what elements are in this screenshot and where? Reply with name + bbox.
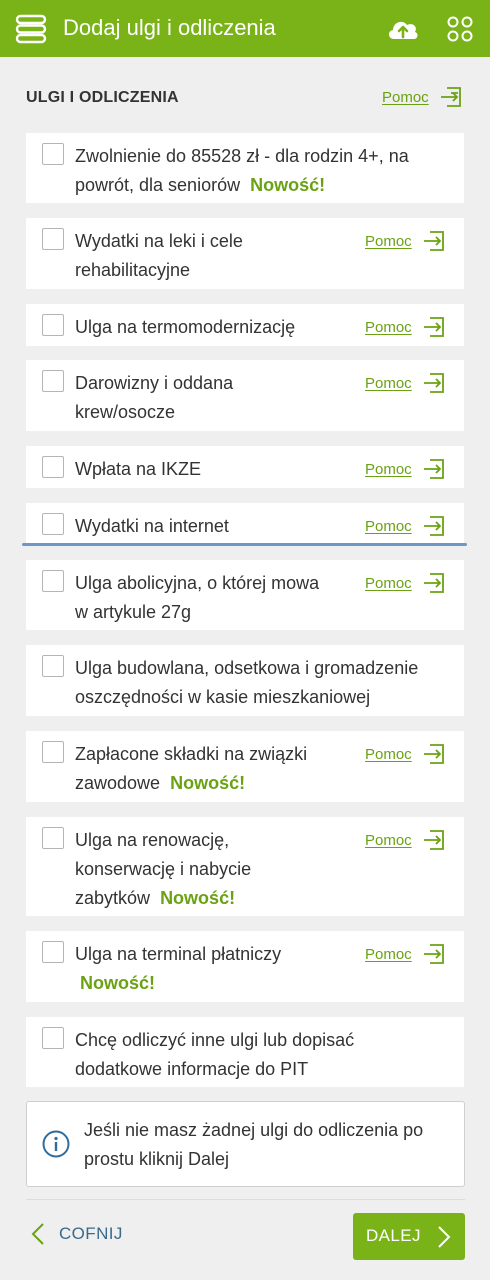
next-button-label: DALEJ	[366, 1226, 421, 1245]
new-badge: Nowość!	[250, 175, 326, 195]
deduction-label: Wydatki na leki i cele rehabilitacyjne	[75, 231, 243, 280]
deduction-item[interactable]: Ulga na terminal płatniczy Nowość! Pomoc	[26, 931, 464, 1002]
checkbox[interactable]	[42, 370, 64, 392]
checkbox[interactable]	[42, 456, 64, 478]
help-link[interactable]: Pomoc	[365, 740, 444, 768]
checkbox[interactable]	[42, 513, 64, 535]
help-link[interactable]: Pomoc	[365, 569, 444, 597]
checkbox[interactable]	[42, 143, 64, 165]
deduction-item[interactable]: Darowizny i oddana krew/osocze Pomoc	[26, 360, 464, 431]
new-badge: Nowość!	[80, 973, 156, 993]
deduction-label: Wpłata na IKZE	[75, 459, 202, 479]
checkbox[interactable]	[42, 941, 64, 963]
help-link-label[interactable]: Pomoc	[365, 233, 412, 250]
open-external-icon	[423, 830, 444, 850]
help-link[interactable]: Pomoc	[365, 940, 444, 968]
next-button[interactable]: DALEJ	[353, 1213, 465, 1260]
deduction-label: Zapłacone składki na związki zawodowe No…	[75, 744, 308, 793]
checkbox[interactable]	[42, 741, 64, 763]
open-external-icon	[423, 573, 444, 593]
deduction-label: Ulga na termomodernizację	[75, 317, 296, 337]
open-external-icon	[423, 744, 444, 764]
help-link-label[interactable]: Pomoc	[365, 319, 412, 336]
open-external-icon	[423, 373, 444, 393]
section-title: ULGI I ODLICZENIA	[26, 89, 179, 106]
info-text: Jeśli nie masz żadnej ulgi do odliczenia…	[84, 1120, 424, 1169]
deduction-label: Wydatki na internet	[75, 516, 229, 536]
open-external-icon	[423, 459, 444, 479]
help-link-label[interactable]: Pomoc	[365, 832, 412, 849]
focus-underline	[22, 543, 467, 546]
deduction-item[interactable]: Chcę odliczyć inne ulgi lub dopisać dodat…	[26, 1017, 464, 1087]
apps-grid-icon[interactable]	[447, 16, 473, 42]
help-link[interactable]: Pomoc	[365, 313, 444, 341]
checkbox[interactable]	[42, 1027, 64, 1049]
deduction-label: Ulga abolicyjna, o której mowa w artykule…	[75, 573, 320, 622]
deduction-item[interactable]: Zapłacone składki na związki zawodowe No…	[26, 731, 464, 802]
help-link[interactable]: Pomoc	[365, 512, 444, 540]
help-link-label[interactable]: Pomoc	[382, 89, 429, 106]
deduction-label: Chcę odliczyć inne ulgi lub dopisać dodat…	[75, 1030, 355, 1079]
info-icon	[42, 1130, 70, 1158]
deduction-item[interactable]: Ulga abolicyjna, o której mowa w artykule…	[26, 560, 464, 630]
deduction-item[interactable]: Ulga na termomodernizację Pomoc	[26, 304, 464, 346]
checkbox[interactable]	[42, 655, 64, 677]
back-button[interactable]: COFNIJ	[30, 1222, 123, 1246]
help-link[interactable]: Pomoc	[365, 227, 444, 255]
help-link-label[interactable]: Pomoc	[365, 461, 412, 478]
deduction-item[interactable]: Ulga budowlana, odsetkowa i gromadzenie o…	[26, 645, 464, 716]
cloud-upload-icon[interactable]	[386, 14, 420, 44]
checkbox[interactable]	[42, 314, 64, 336]
deduction-item[interactable]: Wpłata na IKZE Pomoc	[26, 446, 464, 488]
help-link[interactable]: Pomoc	[365, 369, 444, 397]
deduction-label: Zwolnienie do 85528 zł - dla rodzin 4+, …	[75, 146, 409, 195]
menu-icon[interactable]	[14, 12, 48, 46]
back-button-label: COFNIJ	[59, 1224, 123, 1243]
deduction-label: Ulga budowlana, odsetkowa i gromadzenie o…	[75, 658, 419, 707]
help-link-label[interactable]: Pomoc	[365, 575, 412, 592]
chevron-left-icon	[31, 1223, 44, 1245]
divider	[26, 1199, 465, 1200]
new-badge: Nowość!	[170, 773, 246, 793]
new-badge: Nowość!	[160, 888, 236, 908]
open-external-icon	[440, 87, 461, 107]
open-external-icon	[423, 944, 444, 964]
open-external-icon	[423, 516, 444, 536]
info-box: Jeśli nie masz żadnej ulgi do odliczenia…	[26, 1101, 465, 1187]
help-link-label[interactable]: Pomoc	[365, 946, 412, 963]
checkbox[interactable]	[42, 827, 64, 849]
checkbox[interactable]	[42, 228, 64, 250]
open-external-icon	[423, 317, 444, 337]
deduction-label: Ulga na terminal płatniczy Nowość!	[75, 944, 282, 993]
help-link[interactable]: Pomoc	[365, 826, 444, 854]
help-link-section[interactable]: Pomoc	[382, 87, 461, 107]
help-link[interactable]: Pomoc	[365, 455, 444, 483]
app-header: Dodaj ulgi i odliczenia	[0, 0, 490, 57]
help-link-label[interactable]: Pomoc	[365, 375, 412, 392]
deduction-label: Ulga na renowację, konserwację i nabycie…	[75, 830, 252, 908]
open-external-icon	[423, 231, 444, 251]
deduction-item[interactable]: Wydatki na internet Pomoc	[26, 503, 464, 543]
checkbox[interactable]	[42, 570, 64, 592]
help-link-label[interactable]: Pomoc	[365, 518, 412, 535]
deduction-item[interactable]: Ulga na renowację, konserwację i nabycie…	[26, 817, 464, 916]
help-link-label[interactable]: Pomoc	[365, 746, 412, 763]
chevron-right-icon	[438, 1226, 451, 1248]
page-title: Dodaj ulgi i odliczenia	[63, 15, 276, 40]
deduction-item[interactable]: Zwolnienie do 85528 zł - dla rodzin 4+, …	[26, 133, 464, 203]
deduction-label: Darowizny i oddana krew/osocze	[75, 373, 234, 422]
deduction-item[interactable]: Wydatki na leki i cele rehabilitacyjne Po…	[26, 218, 464, 289]
